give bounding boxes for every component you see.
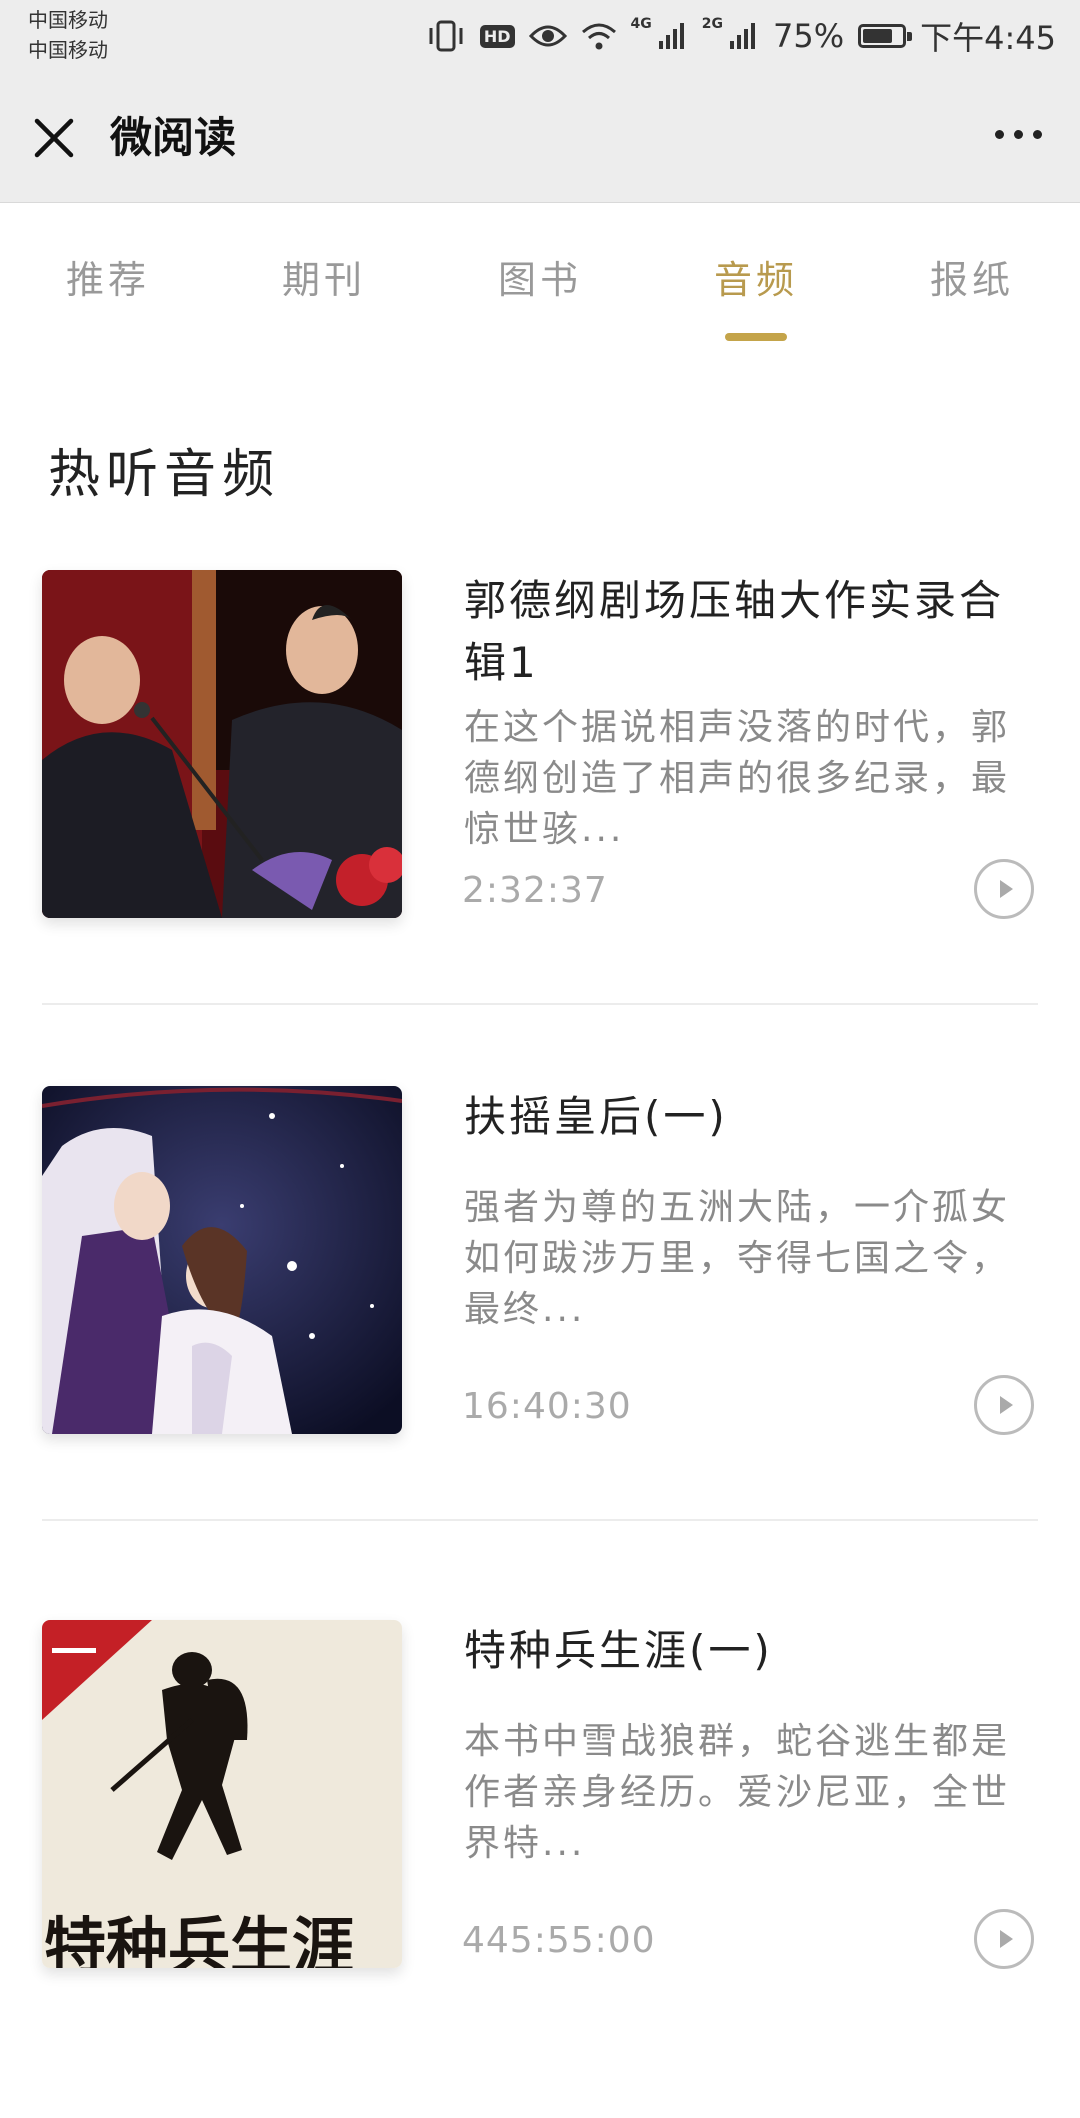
signal-icon-2 xyxy=(729,21,759,51)
tab-recommend[interactable]: 推荐 xyxy=(66,203,150,343)
tab-label: 推荐 xyxy=(65,258,150,302)
carrier-label-2: 中国移动 xyxy=(28,38,108,62)
tab-label: 报纸 xyxy=(929,258,1014,302)
category-tabs: 推荐 期刊 图书 音频 报纸 xyxy=(0,203,1080,343)
network-type-2: 2G xyxy=(701,16,723,32)
play-button[interactable] xyxy=(974,1375,1034,1435)
vibrate-icon xyxy=(426,19,466,53)
close-icon[interactable] xyxy=(32,116,76,160)
wifi-icon xyxy=(581,21,617,51)
item-description: 在这个据说相声没落的时代，郭德纲创造了相声的很多纪录，最惊世骇... xyxy=(464,707,1011,850)
list-item[interactable]: 郭德纲剧场压轴大作实录合辑1 在这个据说相声没落的时代，郭德纲创造了相声的很多纪… xyxy=(0,570,1080,1086)
list-item[interactable]: 扶摇皇后(一) 强者为尊的五洲大陆，一介孤女如何跋涉万里，夺得七国之令，最终..… xyxy=(0,1086,1080,1602)
tab-periodicals[interactable]: 期刊 xyxy=(282,203,366,343)
battery-level xyxy=(863,29,892,43)
signal-icon-1 xyxy=(658,21,688,51)
more-icon[interactable] xyxy=(995,130,1042,139)
tab-label: 音频 xyxy=(713,258,798,302)
tab-newspapers[interactable]: 报纸 xyxy=(930,203,1014,343)
list-item[interactable]: 特种兵生涯 特种兵生涯(一) 本书中雪战狼群，蛇谷逃生都是作者亲身经历。爱沙尼亚… xyxy=(0,1602,1080,2118)
divider xyxy=(42,1003,1038,1005)
tab-books[interactable]: 图书 xyxy=(498,203,582,343)
page-title: 微阅读 xyxy=(110,113,237,162)
item-description: 本书中雪战狼群，蛇谷逃生都是作者亲身经历。爱沙尼亚，全世界特... xyxy=(464,1721,1011,1864)
item-duration: 445:55:00 xyxy=(462,1920,656,1961)
divider xyxy=(42,1519,1038,1521)
network-type-1: 4G xyxy=(630,16,652,32)
item-duration: 16:40:30 xyxy=(462,1386,632,1427)
tab-label: 图书 xyxy=(497,258,582,302)
play-button[interactable] xyxy=(974,859,1034,919)
nav-bar: 微阅读 xyxy=(0,72,1080,203)
cover-image[interactable] xyxy=(42,1086,402,1434)
battery-percent: 75% xyxy=(773,17,845,55)
item-description: 强者为尊的五洲大陆，一介孤女如何跋涉万里，夺得七国之令，最终... xyxy=(464,1187,1011,1330)
tab-label: 期刊 xyxy=(281,258,366,302)
item-title[interactable]: 扶摇皇后(一) xyxy=(464,1086,1034,1148)
clock: 下午4:45 xyxy=(920,19,1056,57)
cover-title-text: 特种兵生涯 xyxy=(44,1910,354,1968)
section-title: 热听音频 xyxy=(48,445,281,505)
carrier-label-1: 中国移动 xyxy=(28,8,108,32)
item-title[interactable]: 郭德纲剧场压轴大作实录合辑1 xyxy=(464,570,1034,694)
active-tab-indicator xyxy=(724,333,787,341)
tab-audio[interactable]: 音频 xyxy=(714,203,798,343)
audio-list: 郭德纲剧场压轴大作实录合辑1 在这个据说相声没落的时代，郭德纲创造了相声的很多纪… xyxy=(0,570,1080,2118)
eye-icon xyxy=(528,21,567,51)
cover-image[interactable]: 特种兵生涯 xyxy=(42,1620,402,1968)
item-title[interactable]: 特种兵生涯(一) xyxy=(464,1620,1034,1682)
status-bar: 中国移动 中国移动 HD 4G 2G 75% 下午4:45 xyxy=(0,0,1080,72)
status-icons: HD 4G 2G 75% 下午4:45 xyxy=(426,14,1056,58)
hd-badge: HD xyxy=(479,24,515,48)
item-duration: 2:32:37 xyxy=(462,870,608,911)
battery-icon xyxy=(858,24,913,48)
cover-image[interactable] xyxy=(42,570,402,918)
play-button[interactable] xyxy=(974,1909,1034,1969)
